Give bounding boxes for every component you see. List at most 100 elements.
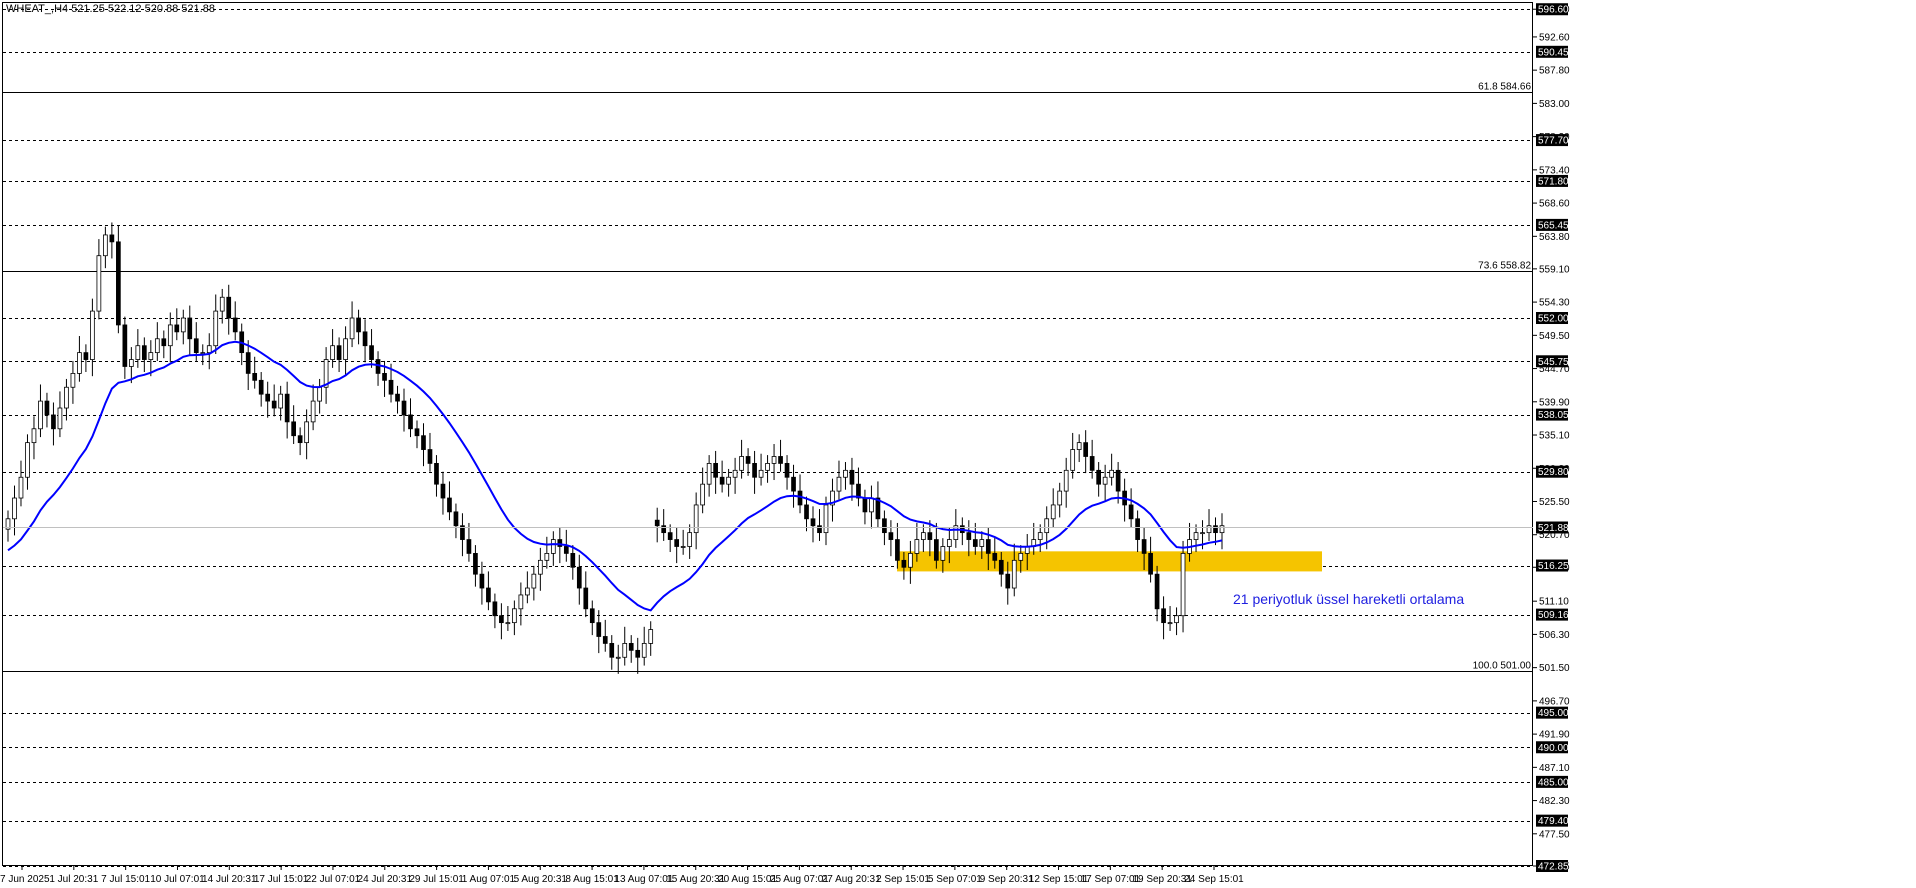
y-tick-label-18: 511.10 — [1539, 597, 1569, 608]
candle-body — [421, 435, 426, 450]
candle-body — [1193, 532, 1199, 540]
candle-body — [843, 469, 848, 478]
candle-body — [1219, 525, 1225, 534]
candle-body — [1174, 615, 1179, 624]
candle-body — [654, 519, 660, 527]
candle-body — [362, 331, 368, 347]
price-chart[interactable]: 61.8 584.66 73.6 558.82 100.0 501.00 WHEAT… — [0, 0, 1916, 888]
level-label-9: 516.25 — [1538, 561, 1569, 572]
candle-body — [135, 345, 141, 360]
level-label-4: 565.45 — [1538, 220, 1569, 231]
candle-body — [1018, 553, 1024, 561]
y-tick-label-23: 487.10 — [1539, 763, 1570, 774]
y-tick-label-6: 568.60 — [1539, 199, 1570, 210]
candle-body — [563, 546, 569, 554]
candle-body — [291, 421, 296, 437]
candle-body — [473, 553, 478, 575]
candle-body — [408, 414, 413, 430]
candle-body — [440, 483, 446, 499]
candle-body — [934, 539, 939, 561]
candle-body — [719, 476, 725, 485]
candle-body — [1135, 518, 1140, 540]
candle-body — [531, 573, 537, 589]
candle-body — [245, 352, 251, 374]
candle-body — [1109, 469, 1114, 478]
candle-body — [1128, 504, 1134, 520]
candle-body — [1115, 469, 1121, 492]
candle-body — [525, 587, 530, 596]
candle-body — [213, 310, 219, 347]
candle-body — [401, 400, 407, 416]
candle-body — [739, 456, 744, 471]
candle-body — [726, 476, 731, 485]
candle-body — [921, 532, 926, 540]
candle-body — [687, 532, 693, 547]
candle-body — [537, 559, 543, 575]
candle-body — [180, 317, 186, 333]
candle-body — [927, 532, 933, 540]
candle-body — [382, 373, 387, 381]
candle-body — [466, 539, 472, 554]
level-label-12: 490.00 — [1538, 743, 1569, 754]
y-tick-label-12: 539.90 — [1539, 397, 1570, 408]
y-tick-label-19: 506.30 — [1539, 630, 1570, 641]
candle-body — [674, 539, 680, 547]
candle-body — [219, 296, 225, 312]
candle-body — [732, 469, 738, 478]
candle-body — [628, 643, 634, 651]
candle-body — [356, 317, 361, 333]
candle-body — [1050, 504, 1056, 520]
candle-body — [544, 553, 550, 561]
candle-body — [128, 359, 134, 367]
candle-body — [51, 414, 56, 430]
candle-body — [700, 483, 705, 506]
candle-body — [908, 553, 913, 568]
x-tick-label-9: 1 Aug 07:01 — [462, 874, 516, 885]
candle-body — [1154, 573, 1160, 610]
candle-body — [284, 393, 290, 423]
y-tick-label-15: 525.50 — [1539, 497, 1570, 508]
level-label-6: 545.75 — [1538, 357, 1569, 368]
candle-body — [1063, 469, 1069, 492]
candle-body — [310, 400, 316, 423]
candle-body — [499, 615, 504, 624]
candle-body — [810, 518, 816, 527]
candle-body — [343, 338, 348, 360]
candle-body — [1213, 525, 1218, 534]
level-label-7: 538.05 — [1538, 410, 1569, 421]
x-tick-label-0: 27 Jun 2025 — [0, 874, 50, 885]
x-tick-label-5: 17 Jul 15:01 — [254, 874, 309, 885]
candle-body — [297, 435, 303, 444]
candle-body — [706, 463, 712, 485]
candle-body — [278, 393, 284, 409]
x-tick-label-23: 24 Sep 15:01 — [1184, 874, 1244, 885]
x-tick-label-11: 8 Aug 15:01 — [565, 874, 619, 885]
y-tick-label-2: 587.80 — [1539, 66, 1570, 77]
candle-body — [823, 504, 829, 534]
support-zone-group — [897, 551, 1322, 572]
level-label-5: 552.00 — [1538, 314, 1569, 325]
candle-body — [1161, 608, 1166, 624]
candle-body — [1011, 559, 1017, 589]
candle-body — [336, 345, 342, 360]
candle-body — [771, 456, 777, 464]
candle-body — [849, 469, 855, 485]
candle-body — [745, 456, 751, 464]
candle-body — [57, 407, 63, 430]
candle-body — [77, 352, 82, 374]
level-label-8: 529.80 — [1538, 467, 1569, 478]
candle-body — [615, 656, 621, 659]
candle-body — [122, 324, 128, 367]
candle-body — [31, 428, 37, 444]
candle-body — [1148, 553, 1153, 575]
x-tick-label-6: 22 Jul 07:01 — [306, 874, 361, 885]
candle-body — [895, 539, 900, 561]
x-tick-label-13: 15 Aug 20:31 — [666, 874, 725, 885]
y-tick-label-3: 583.00 — [1539, 99, 1570, 110]
x-tick-label-2: 7 Jul 15:01 — [101, 874, 150, 885]
price-axis[interactable]: 596.60592.60587.80583.00578.20573.40568.… — [1533, 3, 1570, 873]
candle-body — [648, 629, 654, 644]
chart-background — [0, 0, 1916, 888]
candle-body — [12, 497, 17, 520]
x-tick-label-7: 24 Jul 20:31 — [358, 874, 413, 885]
